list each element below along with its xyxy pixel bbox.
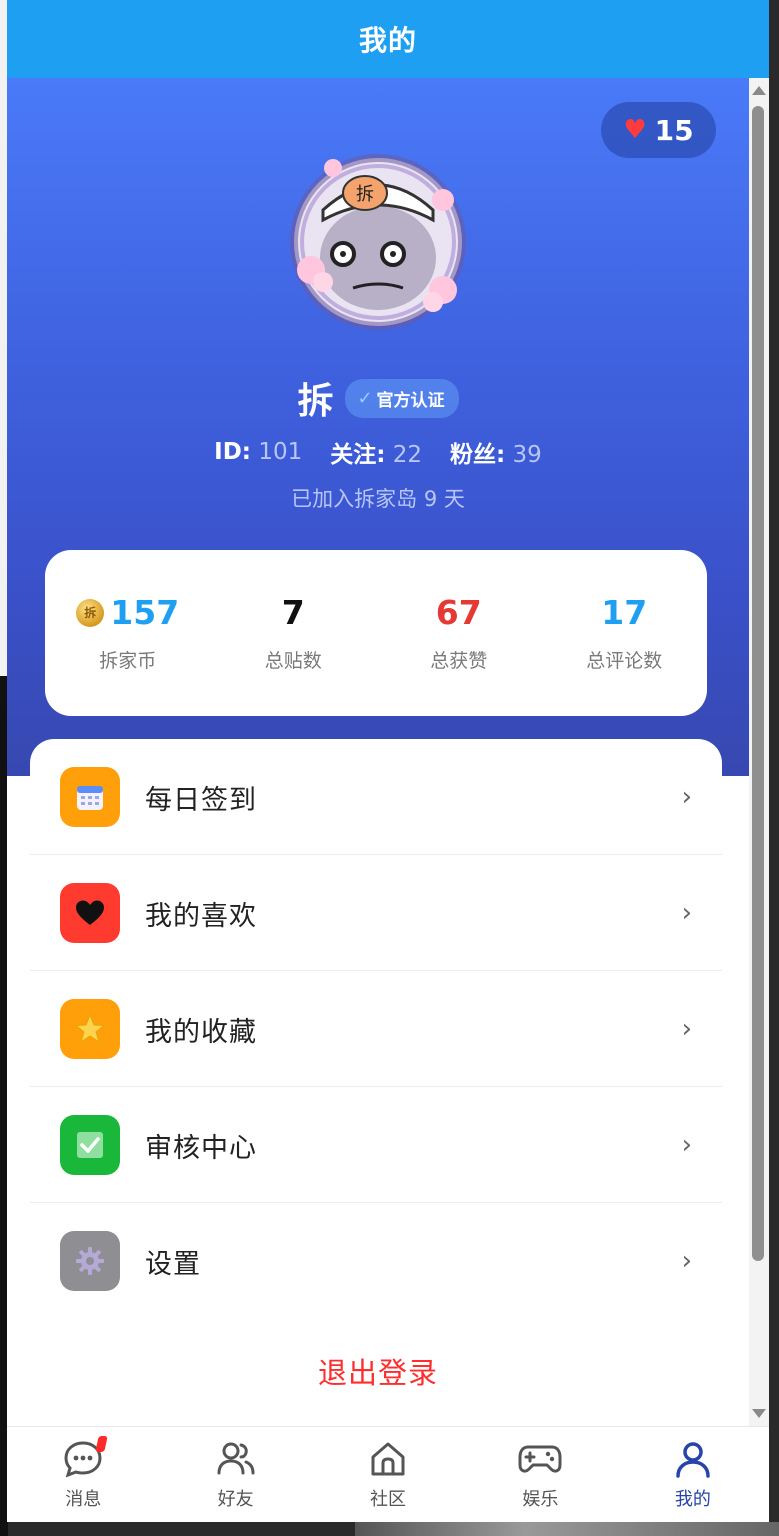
chevron-right-icon: ›	[681, 782, 692, 812]
scroll-up-arrow[interactable]	[752, 86, 766, 95]
avatar[interactable]: 拆	[283, 150, 473, 332]
tab-mine[interactable]: 我的	[617, 1427, 769, 1522]
menu-item-label: 我的收藏	[145, 1016, 257, 1048]
stat-value: 157	[110, 593, 180, 632]
tab-messages[interactable]: 消息	[7, 1427, 159, 1522]
home-icon	[371, 1442, 405, 1476]
profile-scroll-area[interactable]: ♥ 15 拆 拆 ✓ 官方认证 ID: 101 关注: 22 粉丝: 39 已加…	[7, 78, 769, 1426]
stat-value: 7	[281, 593, 305, 632]
page-title: 我的	[358, 24, 417, 57]
user-id-label: ID:	[214, 439, 252, 465]
profile-hero: ♥ 15 拆 拆 ✓ 官方认证 ID: 101 关注: 22 粉丝: 39 已加…	[7, 78, 749, 776]
svg-text:拆: 拆	[356, 184, 374, 205]
menu-list: 每日签到 › 我的喜欢 › 我的收藏 › 审核中心 › 设置 ›	[30, 739, 722, 1426]
menu-item-my-likes[interactable]: 我的喜欢 ›	[30, 855, 722, 971]
menu-item-label: 审核中心	[145, 1132, 257, 1164]
stat-posts[interactable]: 7 总贴数	[211, 593, 377, 673]
menu-item-my-favorites[interactable]: 我的收藏 ›	[30, 971, 722, 1087]
logout-button[interactable]: 退出登录	[7, 1348, 749, 1398]
profile-stats-line: ID: 101 关注: 22 粉丝: 39	[7, 432, 749, 472]
menu-item-label: 我的喜欢	[145, 900, 257, 932]
tab-friends[interactable]: 好友	[159, 1427, 311, 1522]
stat-label: 总贴数	[264, 650, 322, 672]
unread-badge	[95, 1436, 108, 1452]
likes-badge[interactable]: ♥ 15	[601, 102, 716, 158]
likes-count: 15	[654, 113, 694, 147]
verified-badge: ✓ 官方认证	[345, 378, 459, 418]
fans-label: 粉丝:	[450, 442, 506, 468]
username: 拆	[297, 381, 334, 422]
following-count[interactable]: 关注: 22	[330, 435, 422, 469]
fans-value: 39	[512, 442, 542, 468]
stat-comments[interactable]: 17 总评论数	[542, 593, 708, 673]
stat-coins[interactable]: 拆 157 拆家币	[45, 593, 211, 673]
tab-community[interactable]: 社区	[312, 1427, 464, 1522]
checkbox-icon	[60, 1115, 120, 1175]
menu-item-daily-checkin[interactable]: 每日签到 ›	[30, 739, 722, 855]
gamepad-icon	[518, 1445, 562, 1473]
scrollbar[interactable]	[749, 78, 769, 1426]
stat-label: 总获赞	[430, 650, 488, 672]
tab-label: 消息	[65, 1489, 102, 1510]
chevron-right-icon: ›	[681, 898, 692, 928]
tab-label: 娱乐	[522, 1489, 559, 1510]
name-row: 拆 ✓ 官方认证	[7, 372, 749, 424]
user-icon	[676, 1442, 710, 1478]
heart-icon	[60, 883, 120, 943]
bottom-tab-bar: 消息 好友 社区 娱乐 我的	[7, 1426, 769, 1522]
scroll-down-arrow[interactable]	[752, 1409, 766, 1418]
stat-label: 总评论数	[586, 650, 663, 672]
heart-icon: ♥	[623, 115, 647, 145]
tab-label: 好友	[217, 1489, 254, 1510]
verified-label: 官方认证	[376, 390, 445, 411]
tab-entertainment[interactable]: 娱乐	[464, 1427, 616, 1522]
menu-item-settings[interactable]: 设置 ›	[30, 1203, 722, 1319]
calendar-icon	[60, 767, 120, 827]
tab-label: 社区	[370, 1489, 407, 1510]
app-window: 我的 ♥ 15 拆 拆 ✓ 官方认证 ID: 101 关注: 22 粉丝: 39…	[7, 0, 769, 1522]
menu-item-label: 每日签到	[145, 784, 257, 816]
stat-value: 67	[435, 593, 482, 632]
stat-value: 17	[601, 593, 648, 632]
menu-item-label: 设置	[145, 1248, 201, 1280]
stat-coins-value-row: 拆 157	[76, 593, 179, 632]
fans-count[interactable]: 粉丝: 39	[450, 435, 542, 469]
gear-icon	[60, 1231, 120, 1291]
following-label: 关注:	[330, 442, 386, 468]
tab-label: 我的	[674, 1489, 711, 1510]
stats-card: 拆 157 拆家币 7 总贴数 67 总获赞 17 总评论数	[45, 550, 707, 716]
friends-icon	[217, 1442, 255, 1475]
user-id-value: 101	[258, 439, 303, 465]
chevron-right-icon: ›	[681, 1130, 692, 1160]
following-value: 22	[392, 442, 423, 468]
page-header: 我的	[7, 0, 769, 78]
user-id: ID: 101	[214, 439, 302, 465]
stat-likes[interactable]: 67 总获赞	[376, 593, 542, 673]
joined-days: 已加入拆家岛 9 天	[291, 487, 465, 511]
menu-item-review-center[interactable]: 审核中心 ›	[30, 1087, 722, 1203]
desktop-bottom-strip	[355, 1522, 779, 1536]
stat-label: 拆家币	[99, 650, 157, 672]
coin-icon: 拆	[76, 598, 105, 627]
check-icon: ✓	[357, 387, 373, 409]
scrollbar-thumb[interactable]	[752, 106, 764, 1261]
chevron-right-icon: ›	[681, 1246, 692, 1276]
chevron-right-icon: ›	[681, 1014, 692, 1044]
star-icon	[60, 999, 120, 1059]
